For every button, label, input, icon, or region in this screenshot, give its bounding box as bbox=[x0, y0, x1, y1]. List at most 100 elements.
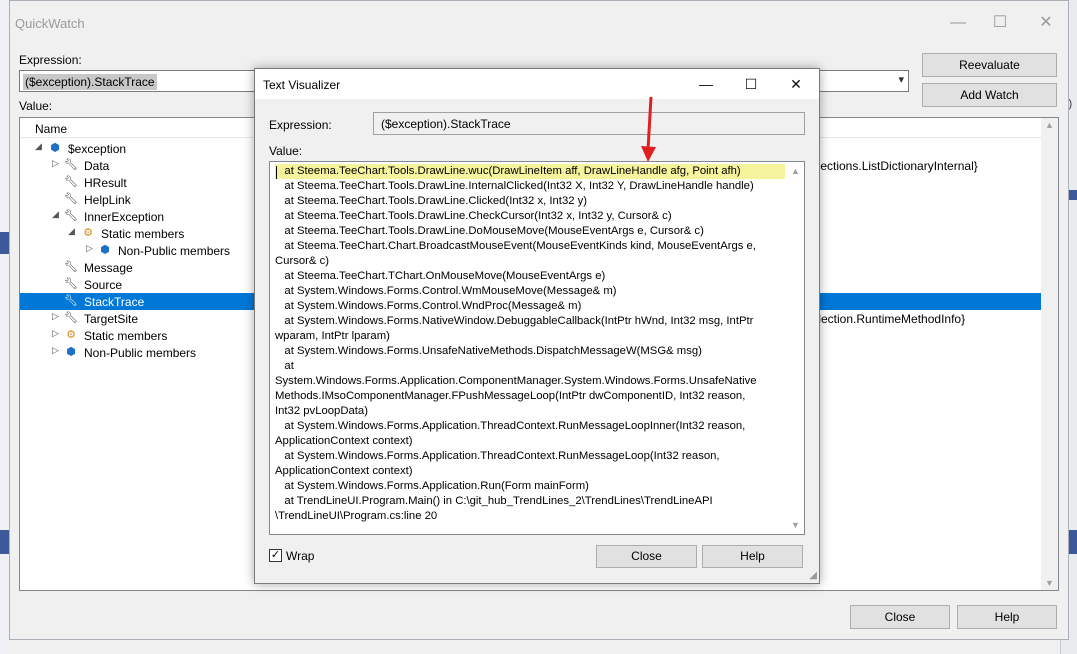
text-line: Methods.IMsoComponentManager.FPushMessag… bbox=[275, 390, 746, 402]
window-title: QuickWatch bbox=[15, 16, 85, 31]
collapse-icon[interactable]: ◢ bbox=[52, 209, 62, 220]
wrench-icon: 🔧︎ bbox=[64, 261, 78, 273]
row-label: Message bbox=[84, 261, 133, 275]
scroll-up-icon[interactable]: ▲ bbox=[787, 166, 804, 176]
text-caret bbox=[276, 166, 277, 179]
background-block bbox=[0, 232, 9, 254]
expand-icon[interactable]: ▷ bbox=[52, 158, 62, 169]
chevron-down-icon[interactable]: ▾ bbox=[898, 73, 904, 86]
collapse-icon[interactable]: ◢ bbox=[68, 226, 78, 237]
expand-icon[interactable]: ▷ bbox=[86, 243, 96, 254]
text-line: at Steema.TeeChart.Tools.DrawLine.CheckC… bbox=[275, 210, 672, 222]
help-button[interactable]: Help bbox=[957, 605, 1057, 629]
close-button[interactable]: Close bbox=[596, 545, 697, 568]
wrench-icon: 🔧︎ bbox=[64, 210, 78, 222]
checkmark-icon[interactable]: ✓ bbox=[269, 549, 282, 562]
reevaluate-button[interactable]: Reevaluate bbox=[922, 53, 1057, 77]
row-label: HResult bbox=[84, 176, 127, 190]
wrench-icon: 🔧︎ bbox=[64, 159, 78, 171]
expression-value[interactable]: ($exception).StackTrace bbox=[23, 74, 157, 90]
value-label: Value: bbox=[269, 144, 303, 158]
maximize-button[interactable]: ☐ bbox=[988, 11, 1012, 35]
text-visualizer-dialog: Text Visualizer — ☐ ✕ Expression: ($exce… bbox=[254, 68, 820, 584]
row-label: StackTrace bbox=[84, 295, 145, 309]
maximize-button[interactable]: ☐ bbox=[740, 73, 762, 95]
row-label: TargetSite bbox=[84, 312, 139, 326]
row-label: HelpLink bbox=[84, 193, 131, 207]
text-line: at Steema.TeeChart.Tools.DrawLine.DoMous… bbox=[275, 225, 704, 237]
text-line: System.Windows.Forms.Application.Compone… bbox=[275, 375, 757, 387]
text-line: Cursor& c) bbox=[275, 255, 329, 267]
dialog-titlebar[interactable]: Text Visualizer — ☐ ✕ bbox=[255, 69, 819, 99]
object-icon: ⬢ bbox=[66, 346, 76, 358]
text-line: at Steema.TeeChart.TChart.OnMouseMove(Mo… bbox=[275, 270, 606, 282]
expression-field[interactable]: ($exception).StackTrace bbox=[373, 112, 805, 135]
text-line: at Steema.TeeChart.Tools.DrawLine.Clicke… bbox=[275, 195, 588, 207]
text-line: ApplicationContext context) bbox=[275, 465, 413, 477]
minimize-button[interactable]: — bbox=[695, 73, 717, 95]
wrench-icon: 🔧︎ bbox=[64, 193, 78, 205]
row-label: Data bbox=[84, 159, 110, 173]
text-line: at Steema.TeeChart.Chart.BroadcastMouseE… bbox=[275, 240, 756, 252]
collapse-icon[interactable]: ◢ bbox=[35, 141, 45, 152]
close-icon[interactable]: ✕ bbox=[785, 73, 807, 95]
static-members-icon: ⚙ bbox=[83, 227, 93, 239]
row-value: llections.ListDictionaryInternal} bbox=[815, 159, 978, 173]
row-label: $exception bbox=[68, 142, 127, 156]
text-line: ApplicationContext context) bbox=[275, 435, 413, 447]
text-line: at bbox=[275, 360, 294, 372]
close-button[interactable]: Close bbox=[850, 605, 950, 629]
background-block bbox=[0, 530, 9, 554]
text-line: \TrendLineUI\Program.cs:line 20 bbox=[275, 510, 438, 522]
wrench-icon: 🔧︎ bbox=[64, 312, 78, 324]
object-icon: ⬢ bbox=[100, 244, 110, 256]
wrench-icon: 🔧︎ bbox=[64, 176, 78, 188]
text-line: at TrendLineUI.Program.Main() in C:\git_… bbox=[275, 495, 713, 507]
value-label: Value: bbox=[19, 99, 53, 113]
text-line: at System.Windows.Forms.Application.Thre… bbox=[275, 420, 746, 432]
close-icon[interactable]: ✕ bbox=[1034, 11, 1058, 35]
row-label: Static members bbox=[84, 329, 168, 343]
row-label: Non-Public members bbox=[118, 244, 231, 258]
row-label: Static members bbox=[101, 227, 185, 241]
row-label: InnerException bbox=[84, 210, 165, 224]
row-label: Non-Public members bbox=[84, 346, 197, 360]
text-line: at System.Windows.Forms.Control.WndProc(… bbox=[275, 300, 582, 312]
expand-icon[interactable]: ▷ bbox=[52, 345, 62, 356]
wrap-label[interactable]: Wrap bbox=[286, 549, 314, 563]
text-line-highlighted: at Steema.TeeChart.Tools.DrawLine.wuc(Dr… bbox=[275, 164, 785, 179]
static-members-icon: ⚙ bbox=[66, 329, 76, 341]
expression-value: ($exception).StackTrace bbox=[381, 117, 511, 131]
wrench-icon: 🔧︎ bbox=[64, 278, 78, 290]
text-line: at System.Windows.Forms.UnsafeNativeMeth… bbox=[275, 345, 702, 357]
resize-grip-icon[interactable]: ◢ bbox=[809, 570, 817, 581]
text-line: Int32 pvLoopData) bbox=[275, 405, 368, 417]
scroll-down-icon[interactable]: ▼ bbox=[1041, 578, 1058, 588]
help-button[interactable]: Help bbox=[702, 545, 803, 568]
text-line: at Steema.TeeChart.Tools.DrawLine.Intern… bbox=[275, 180, 754, 192]
text-line: at System.Windows.Forms.Application.Thre… bbox=[275, 450, 720, 462]
value-textarea[interactable]: at Steema.TeeChart.Tools.DrawLine.wuc(Dr… bbox=[269, 161, 805, 535]
stack-trace-text: at Steema.TeeChart.Tools.DrawLine.wuc(Dr… bbox=[275, 164, 785, 524]
dialog-title: Text Visualizer bbox=[263, 78, 341, 92]
expression-label: Expression: bbox=[19, 53, 82, 67]
textarea-scrollbar[interactable]: ▲ ▼ bbox=[787, 162, 804, 534]
text-line: at System.Windows.Forms.Application.Run(… bbox=[275, 480, 589, 492]
column-header-name[interactable]: Name bbox=[35, 122, 67, 136]
background-left-strip bbox=[0, 0, 9, 654]
row-value: flection.RuntimeMethodInfo} bbox=[815, 312, 966, 326]
scroll-up-icon[interactable]: ▲ bbox=[1041, 120, 1058, 130]
minimize-button[interactable]: — bbox=[946, 11, 970, 35]
add-watch-button[interactable]: Add Watch bbox=[922, 83, 1057, 107]
expression-label: Expression: bbox=[269, 118, 332, 132]
text-line: at System.Windows.Forms.Control.WmMouseM… bbox=[275, 285, 617, 297]
text-line: wparam, IntPtr lparam) bbox=[275, 330, 390, 342]
expand-icon[interactable]: ▷ bbox=[52, 311, 62, 322]
expand-icon[interactable]: ▷ bbox=[52, 328, 62, 339]
wrench-icon: 🔧︎ bbox=[64, 295, 78, 307]
scroll-down-icon[interactable]: ▼ bbox=[787, 520, 804, 530]
row-label: Source bbox=[84, 278, 123, 292]
object-icon: ⬢ bbox=[50, 142, 60, 154]
grid-scrollbar[interactable]: ▲ ▼ bbox=[1041, 118, 1058, 590]
text-line: at System.Windows.Forms.NativeWindow.Deb… bbox=[275, 315, 754, 327]
